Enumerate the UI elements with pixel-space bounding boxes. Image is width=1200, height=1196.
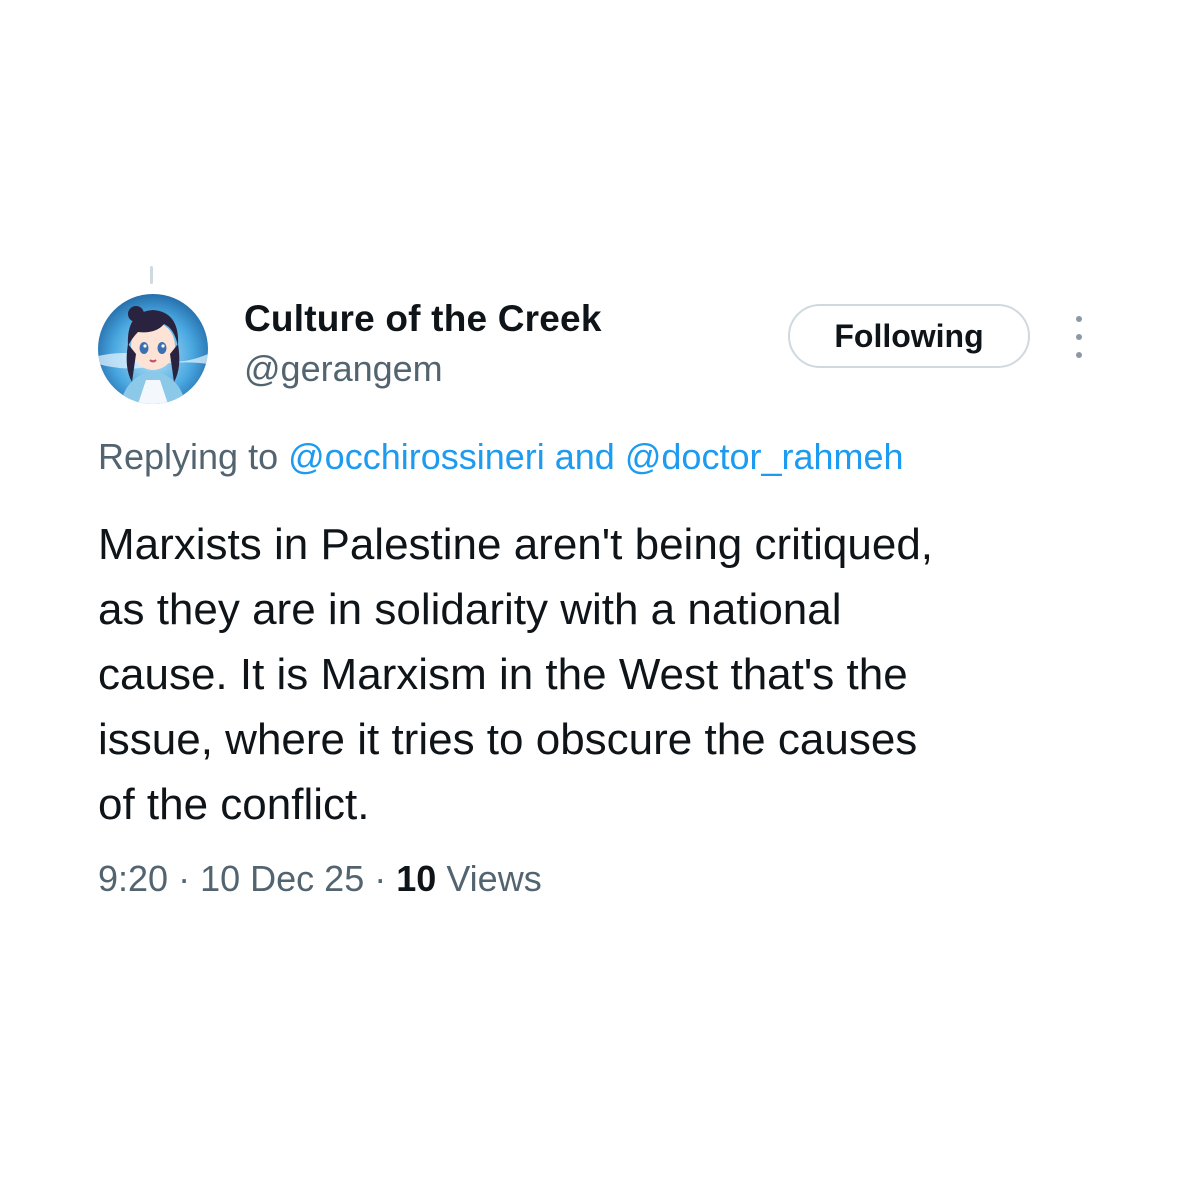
tweet-time[interactable]: 9:20 <box>98 858 168 899</box>
meta-separator: · <box>374 858 387 899</box>
views-label[interactable]: Views <box>446 858 541 899</box>
tweet-text-line: issue, where it tries to obscure the cau… <box>98 715 918 764</box>
tweet-text-line: Marxists in Palestine aren't being criti… <box>98 520 934 569</box>
tweet-date[interactable]: 10 Dec 25 <box>200 858 364 899</box>
author-handle[interactable]: @gerangem <box>244 348 443 390</box>
more-options-button[interactable] <box>1062 316 1096 358</box>
more-vertical-icon <box>1076 352 1082 358</box>
tweet-text-line: of the conflict. <box>98 780 370 829</box>
meta-separator: · <box>178 858 191 899</box>
tweet-text-line: as they are in solidarity with a nationa… <box>98 585 842 634</box>
reply-context: Replying to @occhirossineri and @doctor_… <box>98 436 904 478</box>
views-count[interactable]: 10 <box>396 858 436 899</box>
tweet-metadata: 9:20 · 10 Dec 25 · 10 Views <box>98 858 542 900</box>
mention-link[interactable]: @doctor_rahmeh <box>625 436 904 477</box>
thread-connector-line <box>150 266 153 284</box>
mention-link[interactable]: @occhirossineri <box>288 436 545 477</box>
tweet-text: Marxists in Palestine aren't being criti… <box>98 512 1118 837</box>
avatar[interactable] <box>98 294 208 404</box>
more-vertical-icon <box>1076 316 1082 322</box>
anime-avatar-icon <box>98 294 208 404</box>
following-button[interactable]: Following <box>788 304 1030 368</box>
tweet-text-line: cause. It is Marxism in the West that's … <box>98 650 908 699</box>
reply-prefix: Replying to <box>98 436 279 477</box>
mention-joiner[interactable]: and <box>555 436 615 477</box>
author-display-name[interactable]: Culture of the Creek <box>244 298 602 340</box>
more-vertical-icon <box>1076 334 1082 340</box>
